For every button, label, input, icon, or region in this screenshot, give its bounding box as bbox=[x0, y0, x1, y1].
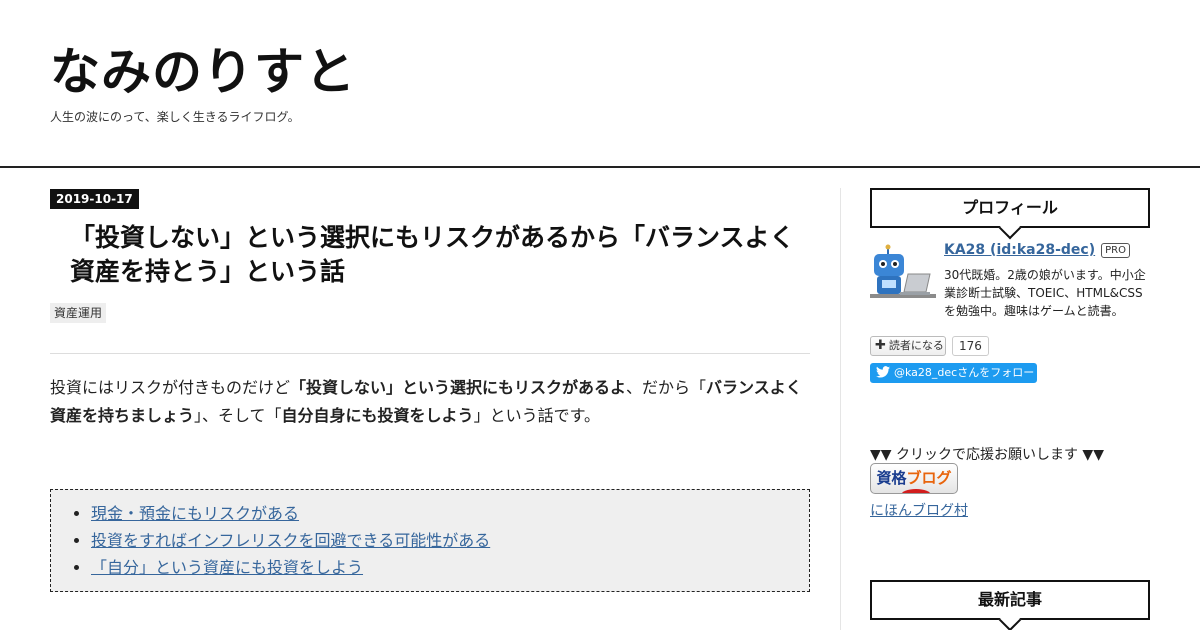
blog-title[interactable]: なみのりすと bbox=[50, 40, 356, 104]
profile-name-row: KA28 (id:ka28-dec) PRO bbox=[944, 242, 1130, 258]
profile-module: KA28 (id:ka28-dec) PRO 30代既婚。2歳の娘がいます。中小企… bbox=[870, 242, 1150, 332]
reader-count: 176 bbox=[952, 336, 989, 356]
entry-category[interactable]: 資産運用 bbox=[50, 303, 107, 323]
toc-link[interactable]: 「自分」という資産にも投資をしよう bbox=[91, 558, 363, 577]
shikaku-blog-banner[interactable]: 資格ブログ bbox=[870, 463, 958, 494]
toc-link[interactable]: 現金・預金にもリスクがある bbox=[91, 504, 299, 523]
robot-avatar-icon[interactable] bbox=[870, 244, 936, 304]
ranking-click-text: ▼▼ クリックで応援お願いします ▼▼ bbox=[870, 447, 1104, 463]
toc-item: 現金・預金にもリスクがある bbox=[91, 500, 809, 527]
divider bbox=[50, 353, 810, 354]
recent-posts-heading: 最新記事 bbox=[870, 580, 1150, 620]
twitter-follow-button[interactable]: @ka28_decさんをフォロー bbox=[870, 363, 1037, 383]
lead-text: 」という話です。 bbox=[473, 406, 600, 425]
column-divider bbox=[840, 188, 841, 630]
toc-link[interactable]: 投資をすればインフレリスクを回避できる可能性がある bbox=[91, 531, 490, 550]
toc-item: 投資をすればインフレリスクを回避できる可能性がある bbox=[91, 527, 809, 554]
blog-description: 人生の波にのって、楽しく生きるライフログ。 bbox=[50, 110, 300, 124]
nihon-blog-mura-link[interactable]: にほんブログ村 bbox=[870, 500, 968, 520]
sidebar: プロフィール KA28 (id:ka28-dec) PRO 30代既婚。2歳の娘が… bbox=[870, 188, 1150, 620]
profile-name-link[interactable]: KA28 (id:ka28-dec) bbox=[944, 242, 1095, 258]
banner-text-1: 資格 bbox=[876, 469, 907, 487]
banner-text-2: ブログ bbox=[906, 469, 952, 487]
plus-icon: ✚ bbox=[875, 338, 886, 353]
profile-description: 30代既婚。2歳の娘がいます。中小企業診断士試験、TOEIC、HTML&CSSを… bbox=[944, 268, 1146, 318]
lead-text: 」、そして「 bbox=[194, 406, 282, 425]
main-column: 2019-10-17 「投資しない」という選択にもリスクがあるから「バランスよく… bbox=[50, 188, 810, 430]
lead-emphasis: 「投資しない」という選択にもリスクがあるよ bbox=[290, 378, 627, 397]
lead-emphasis: 自分自身にも投資をしよう bbox=[281, 406, 474, 425]
twitter-bird-icon bbox=[876, 366, 890, 378]
site-header: なみのりすと 人生の波にのって、楽しく生きるライフログ。 bbox=[0, 0, 1200, 168]
entry-lead-paragraph: 投資にはリスクが付きものだけど「投資しない」という選択にもリスクがあるよ、だから… bbox=[50, 374, 810, 430]
table-of-contents: 現金・預金にもリスクがある 投資をすればインフレリスクを回避できる可能性がある … bbox=[50, 489, 810, 592]
lead-text: 投資にはリスクが付きものだけど bbox=[50, 378, 291, 397]
toc-item: 「自分」という資産にも投資をしよう bbox=[91, 554, 809, 581]
entry-date[interactable]: 2019-10-17 bbox=[50, 189, 139, 209]
pro-badge: PRO bbox=[1101, 243, 1130, 258]
banner-decoration bbox=[901, 489, 931, 493]
subscribe-label: 読者になる bbox=[888, 339, 944, 352]
lead-text: 、だから「 bbox=[626, 378, 707, 397]
entry-title[interactable]: 「投資しない」という選択にもリスクがあるから「バランスよく資産を持とう」という話 bbox=[70, 221, 800, 289]
twitter-follow-label: @ka28_decさんをフォロー bbox=[894, 366, 1035, 379]
subscribe-button[interactable]: ✚ 読者になる bbox=[870, 336, 946, 356]
profile-heading: プロフィール bbox=[870, 188, 1150, 228]
